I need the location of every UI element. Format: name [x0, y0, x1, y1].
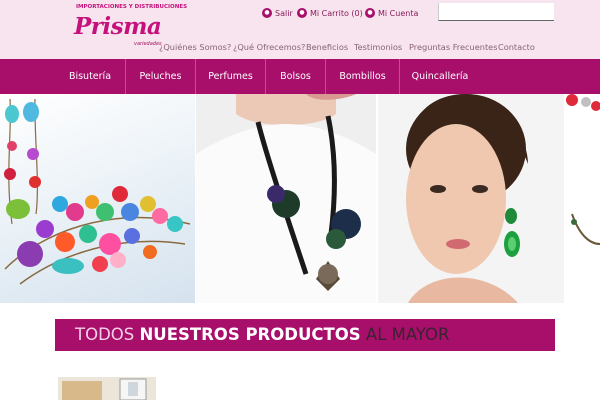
page: IMPORTACIONES Y DISTRIBUCIONES Prisma va… [0, 0, 600, 400]
account-link[interactable]: ● Mi Cuenta [365, 7, 418, 19]
topnav-que-ofrecemos[interactable]: ¿Qué Ofrecemos? [233, 42, 305, 54]
salir-link[interactable]: ● Salir [262, 7, 293, 19]
topnav-contacto[interactable]: Contacto [498, 42, 535, 54]
banner-necklace-image [196, 94, 376, 303]
cart-link[interactable]: ● Mi Carrito (0) [297, 7, 363, 19]
nav-perfumes[interactable]: Perfumes [196, 59, 265, 94]
main-nav: Bisutería Peluches Perfumes Bolsos Bombi… [0, 59, 600, 94]
title-part-al-mayor: AL MAYOR [365, 325, 450, 344]
products-title: TODOS NUESTROS PRODUCTOS AL MAYOR [75, 319, 450, 351]
nav-bisuteria[interactable]: Bisutería [55, 59, 125, 94]
user-icon: ● [262, 8, 272, 18]
products-title-bar: TODOS NUESTROS PRODUCTOS AL MAYOR [55, 319, 555, 351]
title-part-todos: TODOS [75, 325, 135, 344]
logo-subtext: variedades [134, 41, 162, 47]
user-icon: ● [365, 8, 375, 18]
topnav-preguntas-frecuentes[interactable]: Preguntas Frecuentes [409, 42, 497, 54]
banner-beads-image [0, 94, 195, 303]
prisma-logo[interactable]: IMPORTACIONES Y DISTRIBUCIONES Prisma va… [72, 4, 188, 52]
account-label: Mi Cuenta [378, 8, 419, 18]
search-input[interactable] [438, 3, 554, 21]
logo-name: Prisma [74, 13, 162, 40]
product-thumbnail[interactable] [58, 377, 156, 400]
header: IMPORTACIONES Y DISTRIBUCIONES Prisma va… [0, 0, 600, 59]
salir-label: Salir [275, 8, 293, 18]
nav-quincalleria[interactable]: Quincallería [400, 59, 480, 94]
logo-tagline: IMPORTACIONES Y DISTRIBUCIONES [76, 4, 188, 10]
banner-jewelry-image [564, 94, 600, 303]
nav-bombillos[interactable]: Bombillos [326, 59, 399, 94]
topnav-testimonios[interactable]: Testimonios [354, 42, 402, 54]
topnav-beneficios[interactable]: Beneficios [306, 42, 348, 54]
cart-label: Mi Carrito (0) [310, 8, 363, 18]
topnav-quienes-somos[interactable]: ¿Quiénes Somos? [159, 42, 231, 54]
cart-icon: ● [297, 8, 307, 18]
nav-bolsos[interactable]: Bolsos [266, 59, 325, 94]
banner-earrings-image [378, 94, 564, 303]
nav-peluches[interactable]: Peluches [126, 59, 195, 94]
hero-banner[interactable] [0, 94, 600, 303]
title-part-nuestros-productos: NUESTROS PRODUCTOS [139, 325, 361, 344]
